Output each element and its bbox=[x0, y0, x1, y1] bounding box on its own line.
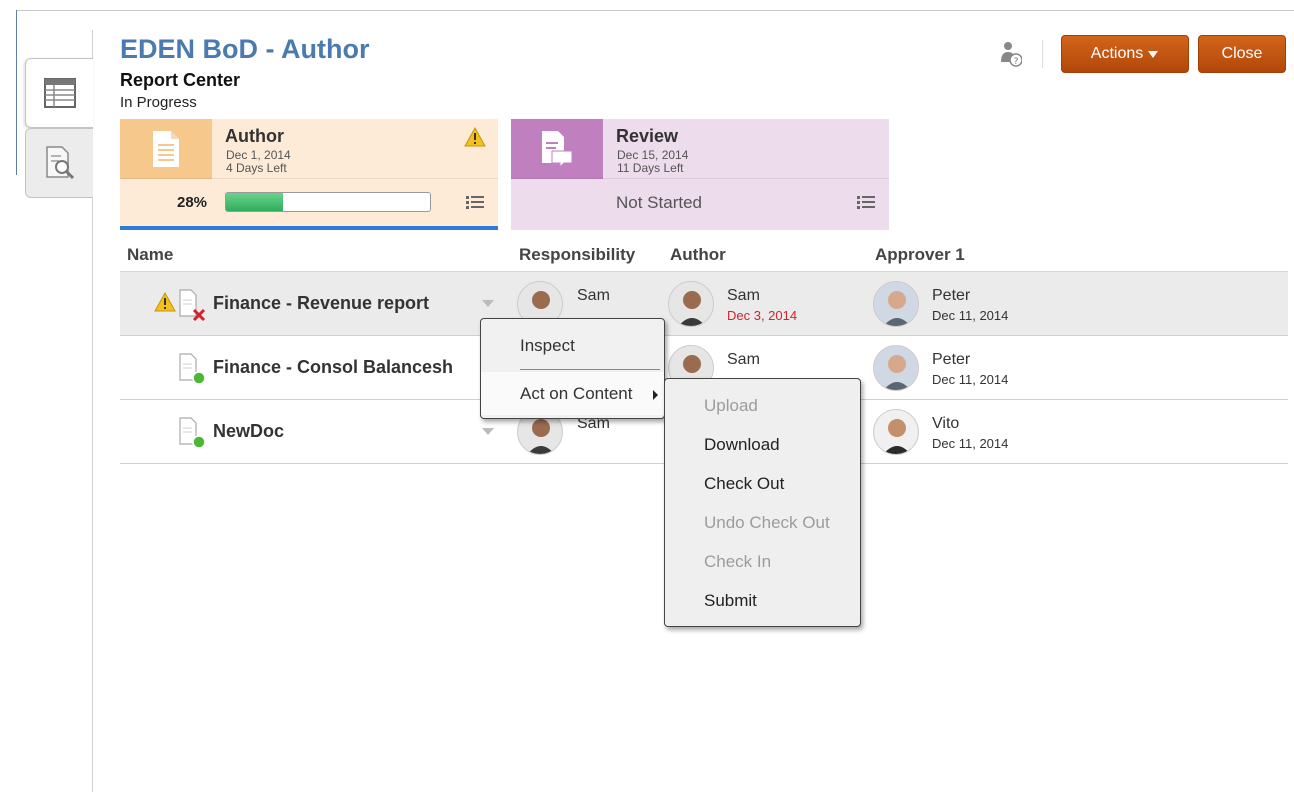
close-button[interactable]: Close bbox=[1198, 35, 1286, 73]
author-name: Sam bbox=[727, 287, 760, 304]
column-header-approver[interactable]: Approver 1 bbox=[875, 245, 965, 265]
page-subtitle: Report Center bbox=[120, 70, 241, 90]
responsibility-name: Sam bbox=[577, 287, 610, 304]
approver-name: Peter bbox=[932, 287, 971, 304]
list-icon[interactable] bbox=[857, 195, 875, 209]
author-name: Sam bbox=[727, 351, 760, 368]
stage-name: Author bbox=[225, 126, 284, 146]
caret-down-icon bbox=[1148, 51, 1159, 58]
menu-item-inspect[interactable]: Inspect bbox=[520, 336, 575, 356]
menu-item-download[interactable]: Download bbox=[704, 435, 780, 455]
svg-text:?: ? bbox=[1014, 57, 1019, 67]
inspect-document-icon bbox=[45, 146, 74, 180]
approver-name: Peter bbox=[932, 351, 971, 368]
stage-days-left: 4 Days Left bbox=[226, 161, 287, 175]
column-header-name[interactable]: Name bbox=[127, 245, 173, 265]
document-ok-icon bbox=[179, 353, 206, 385]
column-header-author[interactable]: Author bbox=[670, 245, 726, 265]
document-name[interactable]: Finance - Revenue report bbox=[213, 293, 463, 314]
act-on-content-submenu: Upload Download Check Out Undo Check Out… bbox=[664, 378, 861, 627]
row-menu-arrow[interactable] bbox=[482, 300, 494, 307]
document-name[interactable]: NewDoc bbox=[213, 421, 463, 442]
document-ok-icon bbox=[179, 417, 206, 449]
approver-date: Dec 11, 2014 bbox=[932, 372, 1009, 387]
warning-icon bbox=[154, 292, 176, 312]
stage-status: Not Started bbox=[616, 193, 702, 212]
avatar bbox=[668, 281, 714, 327]
row-menu-arrow[interactable] bbox=[482, 428, 494, 435]
menu-item-check-in[interactable]: Check In bbox=[704, 552, 771, 572]
top-border bbox=[16, 10, 1294, 11]
tab-inspect-view[interactable] bbox=[25, 128, 93, 198]
card-divider bbox=[120, 178, 498, 179]
stage-icon-container bbox=[120, 119, 212, 179]
approver-name: Vito bbox=[932, 415, 960, 432]
table-row[interactable]: Finance - Revenue report Sam Sam Dec 3, … bbox=[120, 272, 1288, 336]
document-name[interactable]: Finance - Consol Balancesh bbox=[213, 357, 463, 378]
approver-date: Dec 11, 2014 bbox=[932, 436, 1009, 451]
review-document-icon bbox=[542, 131, 573, 169]
stage-date: Dec 15, 2014 bbox=[617, 148, 689, 162]
avatar bbox=[873, 281, 919, 327]
page-title: EDEN BoD - Author bbox=[120, 34, 370, 64]
document-error-icon bbox=[179, 289, 206, 322]
author-date: Dec 3, 2014 bbox=[727, 308, 798, 323]
context-menu: Inspect Act on Content bbox=[480, 318, 665, 419]
actions-button[interactable]: Actions bbox=[1061, 35, 1189, 73]
avatar bbox=[873, 409, 919, 455]
approver-date: Dec 11, 2014 bbox=[932, 308, 1009, 323]
header-separator bbox=[1042, 40, 1043, 68]
menu-separator bbox=[520, 369, 660, 370]
menu-item-check-out[interactable]: Check Out bbox=[704, 474, 784, 494]
menu-item-upload[interactable]: Upload bbox=[704, 396, 758, 416]
user-help-icon[interactable]: ? bbox=[1000, 40, 1022, 68]
submenu-arrow-icon bbox=[653, 390, 658, 400]
document-icon bbox=[153, 131, 179, 167]
stage-card-review[interactable]: Review Dec 15, 2014 11 Days Left Not Sta… bbox=[511, 119, 889, 230]
left-accent-border bbox=[16, 10, 17, 175]
tab-table-view[interactable] bbox=[25, 58, 93, 128]
stage-name: Review bbox=[616, 126, 679, 146]
progress-bar bbox=[225, 192, 431, 212]
warning-icon bbox=[464, 127, 486, 147]
menu-item-submit[interactable]: Submit bbox=[704, 591, 757, 611]
table-view-icon bbox=[43, 78, 76, 108]
column-header-responsibility[interactable]: Responsibility bbox=[519, 245, 635, 265]
menu-item-act-on-content[interactable]: Act on Content bbox=[520, 384, 632, 404]
progress-percent: 28% bbox=[177, 194, 208, 211]
stage-days-left: 11 Days Left bbox=[617, 161, 684, 175]
progress-bar-fill bbox=[226, 193, 284, 211]
stage-icon-container bbox=[511, 119, 603, 179]
list-icon[interactable] bbox=[466, 195, 484, 209]
actions-button-label: Actions bbox=[1090, 45, 1144, 62]
stage-date: Dec 1, 2014 bbox=[226, 148, 291, 162]
menu-item-undo-check-out[interactable]: Undo Check Out bbox=[704, 513, 830, 533]
stage-card-author[interactable]: Author Dec 1, 2014 4 Days Left 28% bbox=[120, 119, 498, 230]
avatar bbox=[873, 345, 919, 391]
page-status: In Progress bbox=[120, 94, 197, 111]
card-divider bbox=[511, 178, 889, 179]
